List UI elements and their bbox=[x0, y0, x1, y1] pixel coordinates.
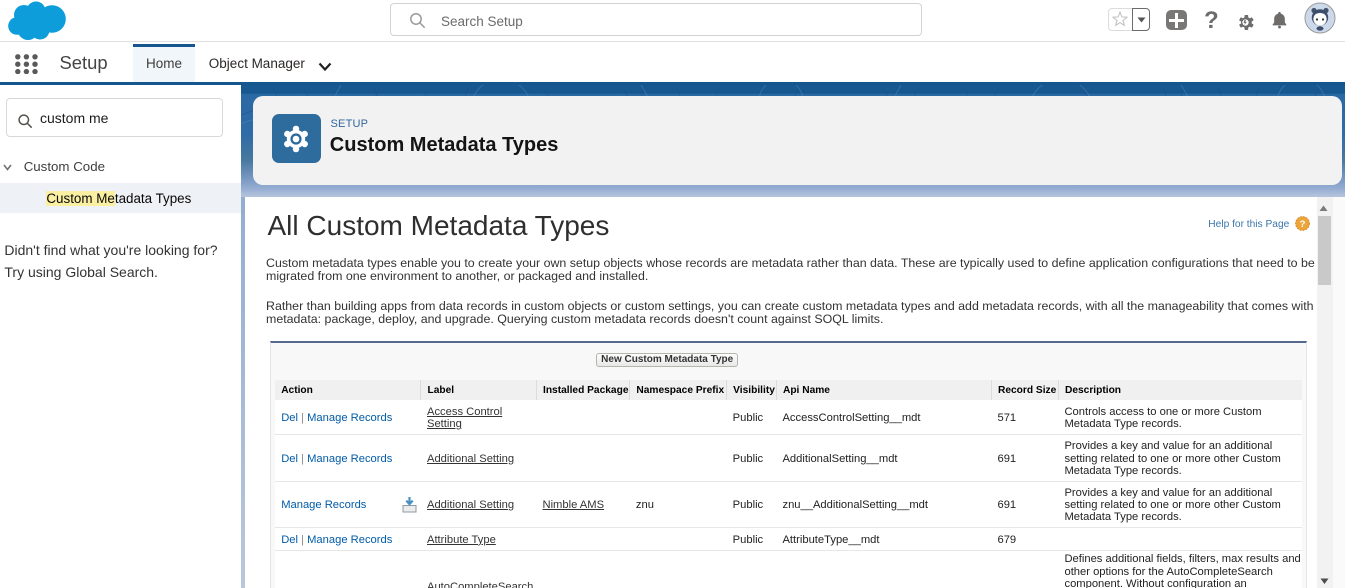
svg-text:?: ? bbox=[1299, 219, 1305, 230]
